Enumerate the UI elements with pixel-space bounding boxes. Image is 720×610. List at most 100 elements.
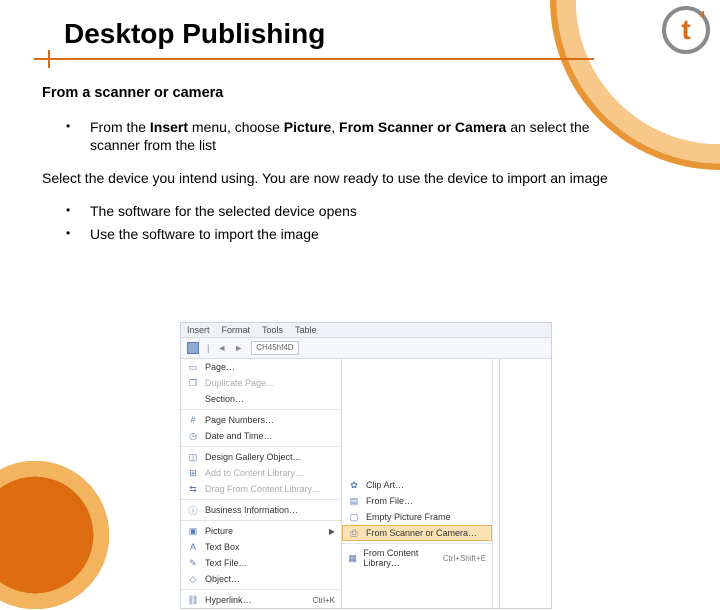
menu-item-add-content-library[interactable]: ⊞ Add to Content Library… (181, 465, 341, 481)
label: Section… (205, 394, 244, 404)
title-tick (48, 50, 50, 68)
menu-separator (181, 499, 341, 500)
submenu-item-clipart[interactable]: ✿Clip Art… (342, 477, 492, 493)
label: Design Gallery Object… (205, 452, 302, 462)
menu-item-date-time[interactable]: ◷ Date and Time… (181, 428, 341, 444)
label: Page Numbers… (205, 415, 274, 425)
text-bold: Insert (150, 119, 188, 135)
shortcut: Ctrl+K (313, 596, 335, 605)
label: Text Box (205, 542, 240, 552)
duplicate-icon: ❐ (187, 377, 199, 389)
submenu-item-from-scanner[interactable]: ⎙ From Scanner or Camera… (342, 525, 492, 541)
info-icon: ⓘ (187, 504, 199, 516)
label: Duplicate Page… (205, 378, 275, 388)
insert-menu-dropdown: ▭ Page… ❐ Duplicate Page… Section… # Page N… (181, 359, 342, 608)
menu-item-hyperlink[interactable]: ⛓ Hyperlink… Ctrl+K (181, 592, 341, 608)
gallery-icon: ◫ (187, 451, 199, 463)
menu-item-design-gallery[interactable]: ◫ Design Gallery Object… (181, 449, 341, 465)
page-title: Desktop Publishing (64, 18, 325, 50)
menu-format[interactable]: Format (222, 325, 251, 335)
menu-item-drag-content-library[interactable]: ⇆ Drag From Content Library… (181, 481, 341, 497)
bullet-list-2: The software for the selected device ope… (42, 202, 642, 244)
label: From Scanner or Camera… (366, 528, 477, 538)
menu-separator (181, 520, 341, 521)
scanner-icon: ⎙ (348, 527, 360, 539)
menu-item-page[interactable]: ▭ Page… (181, 359, 341, 375)
label: Text File… (205, 558, 248, 568)
label: Empty Picture Frame (366, 512, 451, 522)
page-icon: ▭ (187, 361, 199, 373)
label: Page… (205, 362, 235, 372)
chevron-right-icon: ▶ (329, 527, 335, 536)
menu-item-picture[interactable]: ▣ Picture ▶ (181, 523, 341, 539)
add-lib-icon: ⊞ (187, 467, 199, 479)
textbox-icon: A (187, 541, 199, 553)
submenu-item-from-file[interactable]: ▤ From File… (342, 493, 492, 509)
file-icon: ▤ (348, 495, 360, 507)
text-bold: Picture (284, 119, 331, 135)
textfile-icon: ✎ (187, 557, 199, 569)
menu-item-object[interactable]: ◇Object… (181, 571, 341, 587)
frame-icon: ▢ (348, 511, 360, 523)
logo-superscript: 4 (699, 10, 705, 21)
bullet-item: Use the software to import the image (42, 225, 642, 244)
decor-arc-bottom (0, 460, 110, 610)
picture-icon: ▣ (187, 525, 199, 537)
arrow-left-icon[interactable]: ◄ (217, 343, 226, 353)
vertical-ruler (492, 359, 551, 608)
menu-table[interactable]: Table (295, 325, 317, 335)
shortcut: Ctrl+Shift+E (443, 554, 486, 563)
bullet-item: From the Insert menu, choose Picture, Fr… (42, 118, 642, 156)
toolbar: | ◄ ► CH45hf4D (181, 338, 551, 359)
brand-logo: t 4 (662, 6, 710, 54)
menu-item-text-file[interactable]: ✎ Text File… (181, 555, 341, 571)
library-icon: ▦ (348, 552, 357, 564)
submenu-item-empty-frame[interactable]: ▢ Empty Picture Frame (342, 509, 492, 525)
menu-item-business-info[interactable]: ⓘ Business Information… (181, 502, 341, 518)
toolbar-sep: | (207, 343, 209, 353)
text: , (331, 119, 339, 135)
toolbar-textbox[interactable]: CH45hf4D (251, 341, 298, 355)
menu-tools[interactable]: Tools (262, 325, 283, 335)
slide-content: From a scanner or camera From the Insert… (42, 84, 642, 258)
drag-lib-icon: ⇆ (187, 483, 199, 495)
clock-icon: ◷ (187, 430, 199, 442)
link-icon: ⛓ (187, 594, 199, 606)
paragraph: Select the device you intend using. You … (42, 169, 642, 188)
menu-separator (181, 589, 341, 590)
menu-item-text-box[interactable]: A Text Box (181, 539, 341, 555)
app-screenshot: Insert Format Tools Table | ◄ ► CH45hf4D… (180, 322, 552, 609)
label: Picture (205, 526, 233, 536)
color-swatch-icon[interactable] (187, 342, 199, 354)
menu-insert[interactable]: Insert (187, 325, 210, 335)
label: Clip Art… (366, 480, 404, 490)
menu-item-page-numbers[interactable]: # Page Numbers… (181, 412, 341, 428)
menubar: Insert Format Tools Table (181, 323, 551, 338)
label: Drag From Content Library… (205, 484, 321, 494)
menu-separator (342, 543, 492, 544)
label: From File… (366, 496, 413, 506)
section-icon (187, 393, 199, 405)
arrow-right-icon[interactable]: ► (234, 343, 243, 353)
text-bold: From Scanner or Camera (339, 119, 506, 135)
submenu-spacer (342, 359, 492, 477)
text: menu, choose (188, 119, 284, 135)
menu-item-section[interactable]: Section… (181, 391, 341, 407)
bullet-list-1: From the Insert menu, choose Picture, Fr… (42, 118, 642, 156)
submenu-item-from-library[interactable]: ▦ From Content Library… Ctrl+Shift+E (342, 546, 492, 570)
menu-separator (181, 409, 341, 410)
section-heading: From a scanner or camera (42, 84, 642, 104)
bullet-item: The software for the selected device ope… (42, 202, 642, 221)
label: Hyperlink… (205, 595, 252, 605)
menu-item-duplicate-page[interactable]: ❐ Duplicate Page… (181, 375, 341, 391)
label: Business Information… (205, 505, 298, 515)
object-icon: ◇ (187, 573, 199, 585)
pagenum-icon: # (187, 414, 199, 426)
label: From Content Library… (363, 548, 436, 568)
menu-separator (181, 446, 341, 447)
picture-submenu: ✿Clip Art… ▤ From File… ▢ Empty Picture Fr… (342, 359, 492, 608)
label: Date and Time… (205, 431, 273, 441)
label: Add to Content Library… (205, 468, 304, 478)
title-underline (34, 58, 594, 60)
text: From the (90, 119, 150, 135)
